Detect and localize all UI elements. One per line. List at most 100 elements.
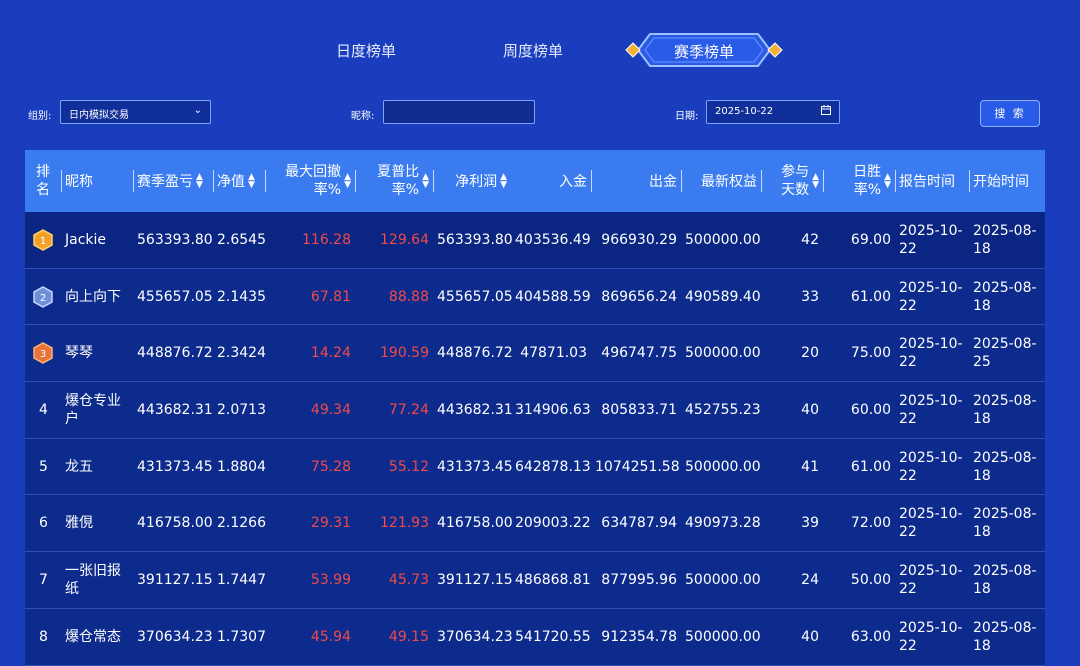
table-header: 排名 昵称 赛季盈亏 ▲ ▼ 净值 ▲ ▼ 最大回撤率% ▲ ▼ 夏普比率% ▲ ▼ 净利润 ▲ ▼…: [25, 150, 1045, 212]
tab-daily[interactable]: 日度榜单: [336, 40, 396, 61]
rank-cell: 5: [25, 459, 61, 475]
col-report-time-label: 报告时间: [899, 174, 955, 190]
bronze-medal-icon: 3: [33, 342, 53, 365]
season-pl-cell: 443682.31: [137, 401, 213, 418]
sort-icon[interactable]: ▲ ▼: [812, 173, 819, 190]
sort-icon[interactable]: ▲ ▼: [422, 173, 429, 190]
col-max-drawdown[interactable]: 最大回撤率% ▲ ▼: [265, 150, 355, 212]
rank-text: 5: [39, 458, 48, 475]
table-row[interactable]: 7 一张旧报纸 391127.15 1.7447 53.99 45.73 391127.15…: [25, 552, 1045, 609]
rank-text: 4: [39, 401, 48, 418]
report-time-cell: 2025-10-22: [899, 279, 963, 314]
days-cell: 33: [801, 288, 819, 305]
latest-equity-cell: 500000.00: [685, 628, 761, 645]
group-select-value: 日内模拟交易: [69, 110, 129, 121]
table-row[interactable]: 6 雅俔 416758.00 2.1266 29.31 121.93 416758.00 20…: [25, 495, 1045, 553]
col-season-pl[interactable]: 赛季盈亏 ▲ ▼: [133, 150, 213, 212]
tab-weekly[interactable]: 周度榜单: [503, 40, 563, 61]
col-rank-label: 排名: [36, 164, 50, 198]
days-cell: 20: [801, 345, 819, 362]
days-cell: 24: [801, 571, 819, 588]
withdraw-cell: 496747.75: [601, 345, 677, 362]
sharpe-cell: 129.64: [380, 231, 429, 248]
col-win-rate-label: 日胜率%: [853, 164, 882, 198]
days-cell: 40: [801, 401, 819, 418]
calendar-icon[interactable]: [821, 105, 831, 115]
col-nickname-label: 昵称: [65, 174, 93, 190]
nickname-cell: 向上向下: [65, 288, 121, 305]
sharpe-cell: 88.88: [388, 288, 429, 305]
col-sharpe-label: 夏普比率%: [377, 164, 420, 198]
search-button[interactable]: 搜 索: [980, 100, 1040, 127]
net-profit-cell: 416758.00: [437, 515, 513, 532]
col-net-value[interactable]: 净值 ▲ ▼: [213, 150, 265, 212]
col-start-time-label: 开始时间: [973, 174, 1029, 190]
sharpe-cell: 77.24: [388, 401, 429, 418]
nickname-cell: 雅俔: [65, 515, 93, 532]
sort-icon[interactable]: ▲ ▼: [248, 173, 255, 190]
net-value-cell: 2.6545: [217, 231, 266, 248]
start-time-cell: 2025-08-18: [973, 279, 1037, 314]
sharpe-cell: 45.73: [388, 571, 429, 588]
deposit-cell: 642878.13: [515, 458, 591, 475]
col-sharpe[interactable]: 夏普比率% ▲ ▼: [355, 150, 433, 212]
col-start-time: 开始时间: [969, 150, 1045, 212]
sort-icon[interactable]: ▲ ▼: [884, 173, 891, 190]
table-row[interactable]: 4 爆仓专业户 443682.31 2.0713 49.34 77.24 443682.31…: [25, 382, 1045, 439]
date-input[interactable]: 2025-10-22: [706, 100, 840, 124]
rank-text: 7: [39, 571, 48, 588]
rank-cell: 7: [25, 572, 61, 588]
rank-cell: 1: [25, 228, 61, 251]
latest-equity-cell: 490589.40: [685, 288, 761, 305]
net-value-cell: 1.7307: [217, 628, 266, 645]
group-select[interactable]: 日内模拟交易 ⌄: [60, 100, 211, 124]
nickname-cell: 一张旧报纸: [65, 562, 121, 597]
nickname-cell: 爆仓专业户: [65, 392, 121, 427]
col-withdraw: 出金: [591, 150, 681, 212]
start-time-cell: 2025-08-25: [973, 336, 1037, 371]
season-pl-cell: 416758.00: [137, 515, 213, 532]
nickname-label: 昵称:: [351, 111, 375, 122]
net-profit-cell: 370634.23: [437, 628, 513, 645]
col-net-profit[interactable]: 净利润 ▲ ▼: [433, 150, 511, 212]
rank-cell: 3: [25, 342, 61, 365]
net-profit-cell: 391127.15: [437, 571, 513, 588]
latest-equity-cell: 490973.28: [685, 515, 761, 532]
tab-season[interactable]: 赛季榜单: [624, 30, 784, 70]
withdraw-cell: 912354.78: [601, 628, 677, 645]
sharpe-cell: 190.59: [380, 345, 429, 362]
max-drawdown-cell: 14.24: [310, 345, 351, 362]
sort-icon[interactable]: ▲ ▼: [196, 173, 203, 190]
table-row[interactable]: 1 Jackie 563393.80 2.6545 116.28 129.64 563393…: [25, 212, 1045, 269]
deposit-cell: 541720.55: [515, 628, 591, 645]
deposit-cell: 404588.59: [515, 288, 591, 305]
sort-icon[interactable]: ▲ ▼: [344, 173, 351, 190]
withdraw-cell: 805833.71: [601, 401, 677, 418]
start-time-cell: 2025-08-18: [973, 392, 1037, 427]
nickname-cell: 琴琴: [65, 345, 93, 362]
season-pl-cell: 370634.23: [137, 628, 213, 645]
table-body: 1 Jackie 563393.80 2.6545 116.28 129.64 563393…: [25, 212, 1045, 666]
latest-equity-cell: 500000.00: [685, 345, 761, 362]
col-latest-equity: 最新权益: [681, 150, 761, 212]
net-value-cell: 1.8804: [217, 458, 266, 475]
table-row[interactable]: 5 龙五 431373.45 1.8804 75.28 55.12 431373.45 642…: [25, 438, 1045, 496]
nickname-cell: 爆仓常态: [65, 628, 121, 645]
col-days[interactable]: 参与天数 ▲ ▼: [761, 150, 823, 212]
withdraw-cell: 869656.24: [601, 288, 677, 305]
sort-icon[interactable]: ▲ ▼: [500, 173, 507, 190]
table-row[interactable]: 3 琴琴 448876.72 2.3424 14.24 190.59 448876.72 47…: [25, 325, 1045, 383]
win-rate-cell: 61.00: [850, 458, 891, 475]
nickname-input[interactable]: [383, 100, 535, 124]
net-profit-cell: 443682.31: [437, 401, 513, 418]
net-profit-cell: 431373.45: [437, 458, 513, 475]
col-win-rate[interactable]: 日胜率% ▲ ▼: [823, 150, 895, 212]
withdraw-cell: 634787.94: [601, 515, 677, 532]
sharpe-cell: 121.93: [380, 515, 429, 532]
latest-equity-cell: 452755.23: [685, 401, 761, 418]
net-value-cell: 2.1435: [217, 288, 266, 305]
win-rate-cell: 75.00: [850, 345, 891, 362]
table-row[interactable]: 8 爆仓常态 370634.23 1.7307 45.94 49.15 370634.23 5…: [25, 608, 1045, 666]
table-row[interactable]: 2 向上向下 455657.05 2.1435 67.81 88.88 455657.05 4…: [25, 268, 1045, 326]
sharpe-cell: 49.15: [388, 628, 429, 645]
